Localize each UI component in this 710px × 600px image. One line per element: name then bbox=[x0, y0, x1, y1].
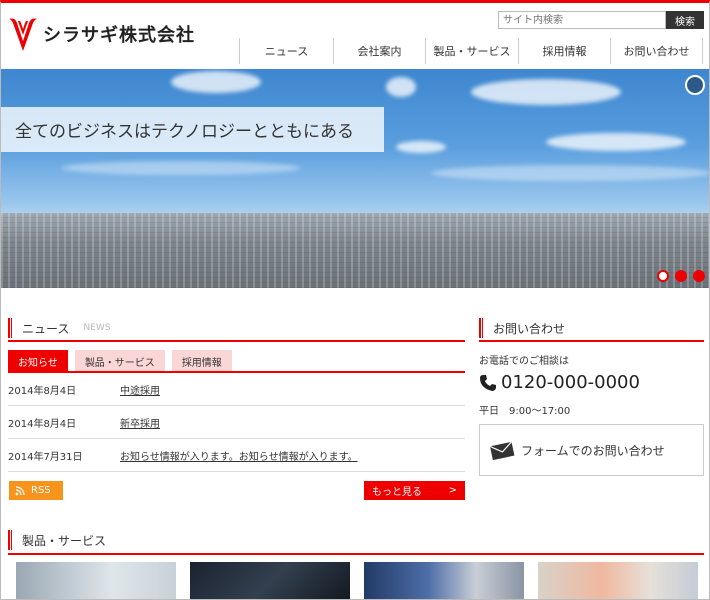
business-hours: 平日 9:00〜17:00 bbox=[479, 406, 571, 417]
products-header: 製品・サービス bbox=[8, 527, 704, 555]
list-item: 2014年8月4日 中途採用 bbox=[8, 373, 465, 406]
slide-dot-1[interactable] bbox=[657, 270, 669, 282]
list-item: 2014年8月4日 新卒採用 bbox=[8, 406, 465, 439]
tab-notice[interactable]: お知らせ bbox=[8, 350, 68, 372]
slide-dot-3[interactable] bbox=[693, 270, 705, 282]
slider-pagination bbox=[657, 270, 705, 282]
nav-item-news[interactable]: ニュース bbox=[239, 38, 333, 64]
rss-label: RSS bbox=[31, 485, 51, 496]
search-button[interactable]: 検索 bbox=[666, 11, 704, 29]
tab-products[interactable]: 製品・サービス bbox=[74, 350, 165, 372]
nav-item-products[interactable]: 製品・サービス bbox=[425, 38, 518, 64]
form-label: フォームでのお問い合わせ bbox=[521, 443, 665, 458]
section-marker bbox=[8, 318, 12, 338]
news-list: 2014年8月4日 中途採用 2014年8月4日 新卒採用 2014年7月31日… bbox=[8, 373, 465, 472]
news-title: ニュース bbox=[22, 321, 70, 336]
hero-tagline: 全てのビジネスはテクノロジーとともにある bbox=[1, 107, 384, 152]
site-search: 検索 bbox=[498, 11, 704, 29]
rss-icon bbox=[15, 485, 25, 495]
shirasagi-logo-icon bbox=[9, 18, 37, 51]
contact-title: お問い合わせ bbox=[493, 321, 566, 336]
slide-dot-2[interactable] bbox=[675, 270, 687, 282]
phone-text: 0120-000-0000 bbox=[501, 372, 640, 393]
city-skyline bbox=[1, 213, 709, 288]
news-date: 2014年7月31日 bbox=[8, 451, 83, 463]
product-thumb-laptop[interactable] bbox=[16, 562, 176, 599]
nav-item-company[interactable]: 会社案内 bbox=[333, 38, 425, 64]
product-thumb-hardware[interactable] bbox=[364, 562, 524, 599]
nav-item-recruit[interactable]: 採用情報 bbox=[518, 38, 610, 64]
products-title: 製品・サービス bbox=[22, 533, 107, 548]
hero-slider[interactable]: 全てのビジネスはテクノロジーとともにある bbox=[1, 69, 709, 288]
product-thumb-code[interactable] bbox=[190, 562, 350, 599]
site-name: シラサギ株式会社 bbox=[43, 25, 195, 46]
list-item: 2014年7月31日 お知らせ情報が入ります。お知らせ情報が入ります。 bbox=[8, 439, 465, 472]
page-frame: シラサギ株式会社 検索 ニュース 会社案内 製品・サービス 採用情報 お問い合わ… bbox=[0, 0, 710, 600]
tab-recruit[interactable]: 採用情報 bbox=[171, 350, 232, 372]
more-label: もっと見る bbox=[372, 487, 422, 498]
news-link[interactable]: 中途採用 bbox=[120, 382, 160, 397]
phone-icon bbox=[480, 374, 496, 391]
news-tabs: お知らせ 製品・サービス 採用情報 bbox=[8, 350, 232, 372]
phone-number[interactable]: 0120-000-0000 bbox=[479, 372, 640, 393]
news-subtitle: NEWS bbox=[83, 323, 111, 333]
global-nav: ニュース 会社案内 製品・サービス 採用情報 お問い合わせ bbox=[239, 38, 703, 64]
news-header: ニュース NEWS bbox=[8, 316, 465, 342]
rss-button[interactable]: RSS bbox=[9, 481, 63, 500]
contact-header: お問い合わせ bbox=[479, 316, 704, 342]
section-marker bbox=[479, 318, 483, 338]
search-input[interactable] bbox=[498, 11, 666, 29]
nav-item-contact[interactable]: お問い合わせ bbox=[610, 38, 703, 64]
news-link[interactable]: お知らせ情報が入ります。お知らせ情報が入ります。 bbox=[120, 448, 358, 463]
news-date: 2014年8月4日 bbox=[8, 418, 77, 430]
contact-lead: お電話でのご相談は bbox=[479, 356, 569, 367]
product-thumbnails bbox=[16, 562, 698, 599]
news-date: 2014年8月4日 bbox=[8, 385, 77, 397]
mail-icon bbox=[489, 441, 515, 460]
section-marker bbox=[8, 530, 12, 550]
product-thumb-office[interactable] bbox=[538, 562, 698, 599]
site-logo[interactable]: シラサギ株式会社 bbox=[9, 17, 195, 51]
pause-icon[interactable] bbox=[685, 75, 705, 95]
more-button[interactable]: もっと見る > bbox=[364, 481, 465, 500]
contact-form-button[interactable]: フォームでのお問い合わせ bbox=[479, 424, 704, 476]
chevron-right-icon: > bbox=[448, 485, 457, 496]
news-link[interactable]: 新卒採用 bbox=[120, 415, 160, 430]
